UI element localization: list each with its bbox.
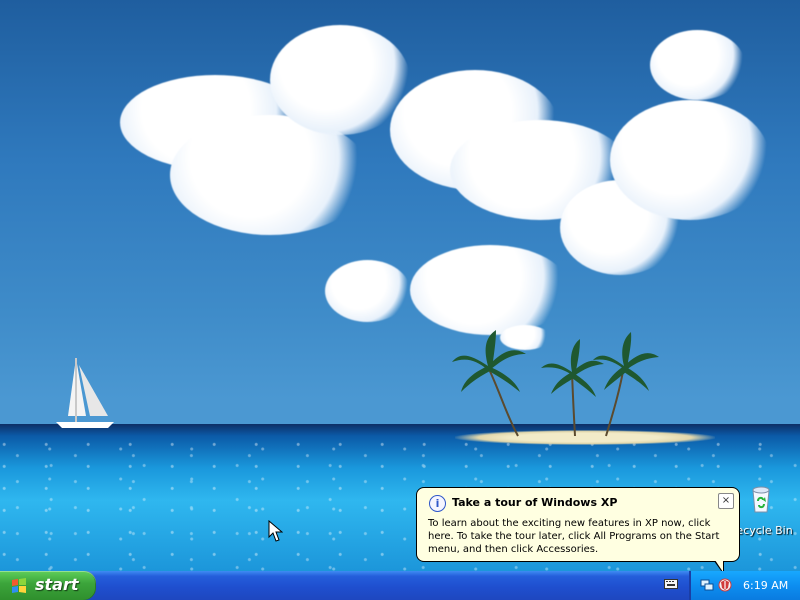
recycle-bin-icon [752,486,770,513]
balloon-message[interactable]: To learn about the exciting new features… [428,517,732,556]
palm-trees-image [452,330,659,437]
desktop-wallpaper [0,0,800,571]
start-button-label: start [35,575,79,594]
taskbar [0,571,800,600]
close-balloon-button[interactable]: × [718,493,734,509]
windows-logo-icon [12,578,26,593]
system-clock[interactable]: 6:19 AM [743,579,788,592]
info-icon: i [429,495,446,512]
sailboat-image [56,358,114,428]
security-shield-icon[interactable] [718,578,732,592]
cloud [270,25,410,135]
start-button[interactable]: start [0,571,96,600]
cloud [325,260,410,322]
cloud [650,30,745,100]
balloon-title: Take a tour of Windows XP [452,496,618,509]
network-icon[interactable] [700,578,714,592]
tour-balloon-tooltip[interactable]: i Take a tour of Windows XP × To learn a… [416,487,740,575]
mouse-pointer-icon [268,520,283,542]
language-bar-icon[interactable] [664,579,678,589]
cloud [610,100,770,220]
